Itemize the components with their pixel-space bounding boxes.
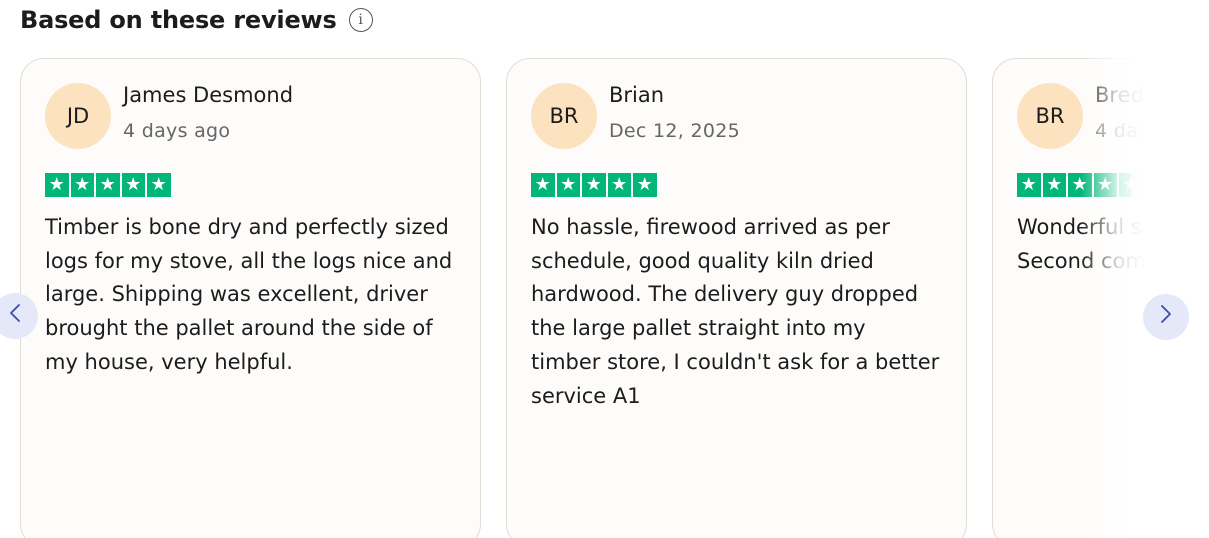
info-icon[interactable]: i (348, 8, 373, 32)
carousel-next-button[interactable] (1143, 294, 1189, 340)
star-icon: ★ (556, 173, 580, 197)
reviewer-name: Breda (1095, 83, 1145, 107)
star-icon: ★ (633, 173, 657, 197)
star-icon: ★ (1042, 173, 1066, 197)
star-icon: ★ (1068, 173, 1092, 197)
chevron-right-icon (1159, 303, 1173, 331)
chevron-left-icon (8, 302, 22, 330)
star-icon: ★ (121, 173, 145, 197)
avatar: BR (1017, 83, 1083, 149)
star-icon: ★ (70, 173, 94, 197)
review-date: 4 days ago (123, 120, 231, 142)
carousel-viewport: JD James Desmond 4 days ago ★ ★ ★ ★ ★ Timber… (0, 58, 1145, 538)
avatar: BR (531, 83, 597, 149)
review-date: 4 days ago (1095, 120, 1145, 142)
star-icon: ★ (1093, 173, 1117, 197)
avatar: JD (45, 83, 111, 149)
review-text: Wonderful service for open fire order. S… (1017, 215, 1145, 273)
heading-title: Based on these reviews (20, 6, 337, 34)
star-icon: ★ (1017, 173, 1041, 197)
star-rating: ★ ★ ★ ★ ★ (45, 173, 171, 197)
star-icon: ★ (1119, 173, 1143, 197)
reviewer-name: Brian (609, 83, 665, 107)
reviewer-name: James Desmond (123, 83, 294, 107)
star-rating: ★ ★ ★ ★ ★ (531, 173, 657, 197)
star-icon: ★ (607, 173, 631, 197)
review-card[interactable]: JD James Desmond 4 days ago ★ ★ ★ ★ ★ Timber… (20, 58, 481, 538)
star-icon: ★ (96, 173, 120, 197)
star-icon: ★ (582, 173, 606, 197)
star-rating: ★ ★ ★ ★ ★ (1017, 173, 1143, 197)
review-date: Dec 12, 2025 (609, 120, 741, 142)
review-card[interactable]: BR Breda 4 days ago ★★★★★ Wonderful serv… (992, 58, 1145, 538)
star-icon: ★ (45, 173, 69, 197)
star-icon: ★ (531, 173, 555, 197)
star-icon: ★ (147, 173, 171, 197)
reviews-heading: Based on these reviews i (20, 2, 373, 38)
reviews-carousel: JD James Desmond 4 days ago ★ ★ ★ ★ ★ Timber… (0, 58, 1209, 538)
review-text: No hassle, firewood arrived as per sched… (531, 215, 940, 408)
review-text: Timber is bone dry and perfectly sized l… (45, 215, 453, 374)
review-card[interactable]: BR Brian Dec 12, 2025 ★ ★ ★ ★ ★ No hassle, f… (506, 58, 967, 538)
